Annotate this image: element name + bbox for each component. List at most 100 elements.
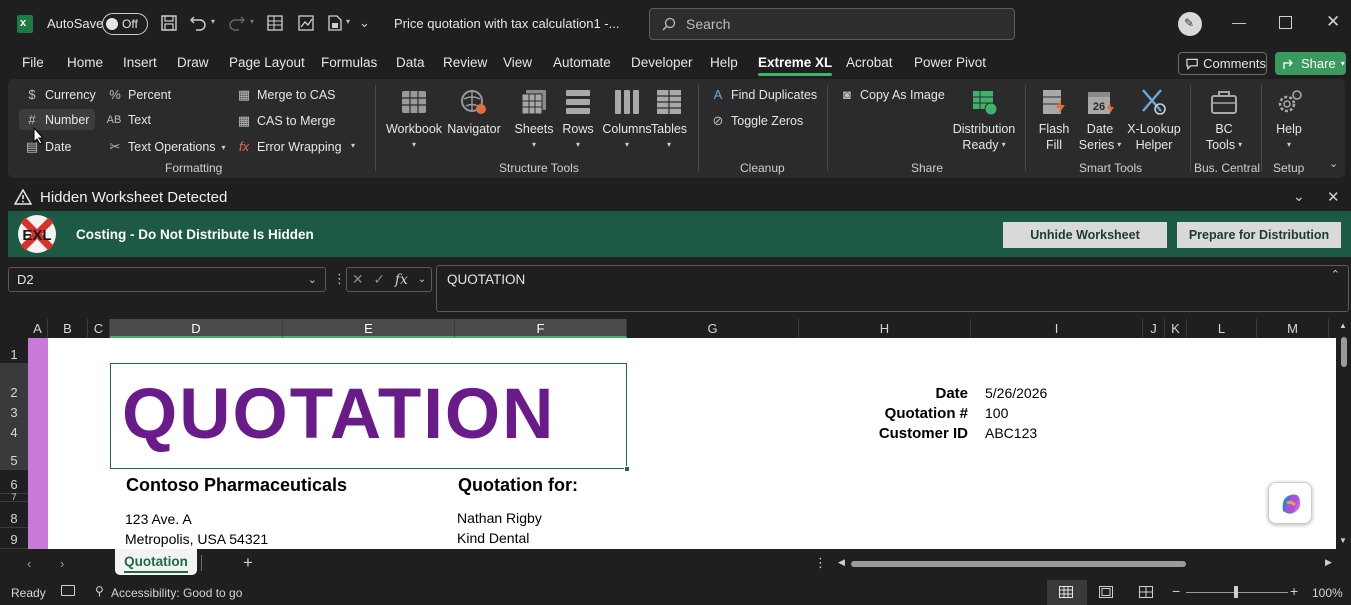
- cancel-icon[interactable]: ✕: [352, 271, 364, 288]
- row-header[interactable]: 9: [0, 528, 28, 549]
- zoom-in-icon[interactable]: +: [1290, 583, 1298, 599]
- next-sheet-icon[interactable]: ›: [60, 556, 64, 571]
- close-window-icon[interactable]: ✕: [1326, 12, 1340, 32]
- maximize-icon[interactable]: [1279, 16, 1292, 29]
- tab-help[interactable]: Help: [710, 55, 738, 70]
- text-button[interactable]: AB Text: [106, 113, 151, 127]
- close-banner-icon[interactable]: ✕: [1327, 188, 1340, 206]
- accessibility-status[interactable]: Accessibility: Good to go: [111, 586, 242, 600]
- rows-button[interactable]: Rows ▾: [553, 87, 603, 153]
- share-dropdown-icon[interactable]: ▾: [1341, 59, 1345, 68]
- save-icon[interactable]: [160, 14, 178, 32]
- column-header[interactable]: E: [283, 319, 455, 338]
- minimize-icon[interactable]: —: [1232, 14, 1246, 30]
- name-box[interactable]: D2 ⌄: [8, 267, 326, 292]
- page-layout-view-icon[interactable]: [1099, 586, 1113, 598]
- column-header[interactable]: D: [110, 319, 283, 338]
- collapse-banner-icon[interactable]: ⌄: [1293, 188, 1305, 205]
- worksheet[interactable]: QUOTATION Date 5/26/2026 Quotation # 100…: [28, 338, 1336, 549]
- comments-button[interactable]: Comments: [1178, 52, 1267, 75]
- formula-input[interactable]: QUOTATION ⌃: [436, 265, 1349, 312]
- fill-handle[interactable]: [624, 466, 630, 472]
- tab-insert[interactable]: Insert: [123, 55, 157, 70]
- add-sheet-icon[interactable]: +: [243, 553, 253, 573]
- tab-file[interactable]: File: [22, 55, 44, 70]
- workbook-button[interactable]: Workbook ▾: [386, 87, 442, 153]
- redo-icon[interactable]: [228, 13, 246, 31]
- row-header[interactable]: 5: [0, 442, 28, 470]
- tab-developer[interactable]: Developer: [631, 55, 693, 70]
- column-header[interactable]: A: [28, 319, 48, 338]
- column-header[interactable]: K: [1165, 319, 1187, 338]
- column-header[interactable]: L: [1187, 319, 1257, 338]
- undo-dropdown-icon[interactable]: ▾: [211, 17, 215, 26]
- row-header[interactable]: 2: [0, 364, 28, 402]
- chevron-down-icon[interactable]: ⌄: [418, 274, 426, 285]
- tab-review[interactable]: Review: [443, 55, 487, 70]
- help-setup-button[interactable]: Help ▾: [1268, 87, 1310, 153]
- normal-view-button[interactable]: [1047, 580, 1087, 605]
- vertical-scroll-thumb[interactable]: [1341, 337, 1347, 367]
- copy-as-image-button[interactable]: ◙ Copy As Image: [840, 87, 945, 102]
- enter-icon[interactable]: ✓: [373, 271, 385, 288]
- cas-to-merge-button[interactable]: ▦ CAS to Merge: [237, 113, 336, 129]
- collapse-formula-icon[interactable]: ⌃: [1331, 268, 1340, 281]
- flash-fill-button[interactable]: Flash Fill: [1036, 87, 1072, 153]
- error-wrapping-button[interactable]: fx Error Wrapping: [237, 139, 342, 154]
- copilot-button[interactable]: [1268, 482, 1312, 524]
- tab-power-pivot[interactable]: Power Pivot: [914, 55, 986, 70]
- prev-sheet-icon[interactable]: ‹: [27, 556, 31, 571]
- row-header[interactable]: 3: [0, 402, 28, 422]
- undo-icon[interactable]: [189, 13, 207, 31]
- number-button[interactable]: # Number: [19, 109, 96, 130]
- error-wrapping-dropdown-icon[interactable]: ▾: [351, 141, 355, 150]
- collapse-ribbon-icon[interactable]: ⌄: [1329, 157, 1338, 170]
- row-header[interactable]: 4: [0, 422, 28, 442]
- prepare-distribution-button[interactable]: Prepare for Distribution: [1177, 222, 1341, 248]
- tab-options-icon[interactable]: ⋮: [814, 555, 827, 571]
- tab-draw[interactable]: Draw: [177, 55, 209, 70]
- bc-tools-button[interactable]: BC Tools ▾: [1198, 87, 1250, 153]
- form-icon[interactable]: [266, 14, 284, 32]
- row-header[interactable]: 7: [0, 493, 28, 502]
- column-header[interactable]: B: [48, 319, 88, 338]
- tables-button[interactable]: Tables ▾: [648, 87, 690, 153]
- tab-acrobat[interactable]: Acrobat: [846, 55, 893, 70]
- redo-dropdown-icon[interactable]: ▾: [250, 17, 254, 26]
- autosave-toggle[interactable]: Off: [102, 13, 148, 35]
- horizontal-scroll-thumb[interactable]: [851, 561, 1186, 567]
- scroll-left-icon[interactable]: ◀: [838, 557, 845, 568]
- column-header[interactable]: C: [88, 319, 110, 338]
- column-header[interactable]: I: [971, 319, 1143, 338]
- tab-page-layout[interactable]: Page Layout: [229, 55, 305, 70]
- customize-qat-icon[interactable]: ⌄: [359, 15, 370, 31]
- sheet-tab-quotation[interactable]: Quotation: [115, 549, 197, 575]
- file-export-icon[interactable]: [326, 14, 344, 32]
- chart-icon[interactable]: [297, 14, 315, 32]
- macro-record-icon[interactable]: [61, 585, 75, 596]
- merge-to-cas-button[interactable]: ▦ Merge to CAS: [237, 87, 336, 103]
- zoom-level[interactable]: 100%: [1312, 586, 1343, 600]
- row-header[interactable]: 6: [0, 470, 28, 494]
- text-operations-button[interactable]: ✂ Text Operations ▾: [108, 139, 226, 155]
- tab-view[interactable]: View: [503, 55, 532, 70]
- column-header[interactable]: F: [455, 319, 627, 338]
- share-button[interactable]: Share ▾: [1275, 52, 1346, 75]
- tab-automate[interactable]: Automate: [553, 55, 611, 70]
- tab-formulas[interactable]: Formulas: [321, 55, 377, 70]
- find-duplicates-button[interactable]: A Find Duplicates: [711, 87, 818, 102]
- scroll-right-icon[interactable]: ▶: [1325, 557, 1332, 568]
- distribution-ready-button[interactable]: Distribution Ready ▾: [948, 87, 1020, 153]
- row-header[interactable]: 8: [0, 502, 28, 528]
- currency-button[interactable]: $ Currency: [25, 87, 95, 102]
- date-series-button[interactable]: 26 Date Series ▾: [1079, 87, 1121, 153]
- user-avatar[interactable]: ✎: [1178, 12, 1202, 36]
- tab-home[interactable]: Home: [67, 55, 103, 70]
- search-box[interactable]: Search: [649, 8, 1015, 40]
- zoom-out-icon[interactable]: −: [1172, 583, 1180, 599]
- insert-function-icon[interactable]: fx: [395, 272, 408, 288]
- navigator-button[interactable]: Navigator: [446, 87, 502, 137]
- column-header[interactable]: J: [1143, 319, 1165, 338]
- percent-button[interactable]: % Percent: [108, 87, 171, 102]
- tab-data[interactable]: Data: [396, 55, 425, 70]
